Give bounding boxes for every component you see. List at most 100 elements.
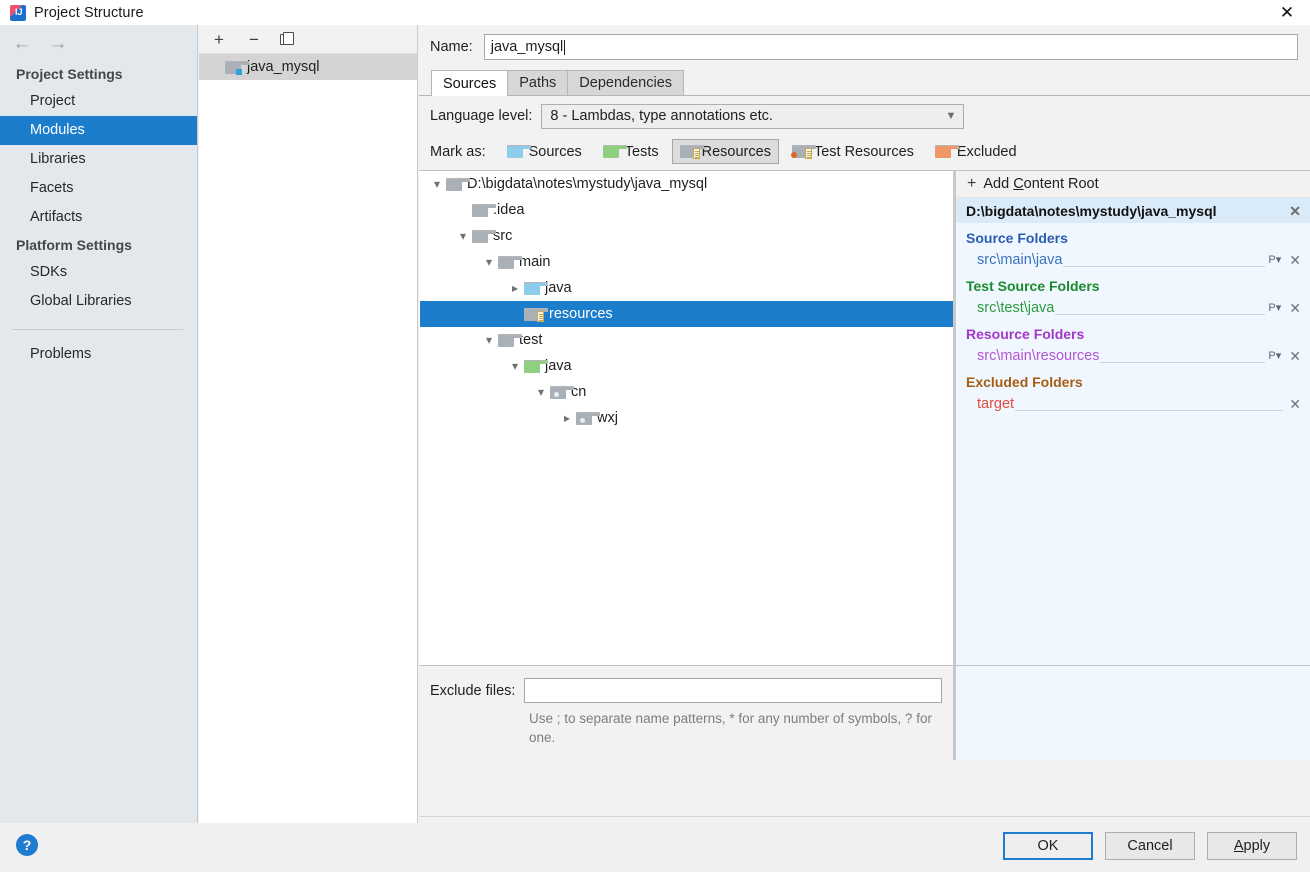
exclude-files-section: Exclude files: Use ; to separate name pa… (419, 665, 1310, 760)
tree-row-label: java (545, 280, 572, 296)
package-prefix-button[interactable]: P▾ (1268, 253, 1281, 266)
settings-sidebar: ← → Project Settings Project Modules Lib… (0, 25, 198, 823)
help-button[interactable]: ? (16, 834, 38, 856)
arrow-right-icon[interactable]: → (48, 34, 68, 53)
folder-sources-icon (524, 281, 548, 295)
category-excluded-folders: Excluded Folders target ✕ (956, 367, 1310, 415)
arrow-left-icon[interactable]: ← (12, 34, 32, 53)
sidebar-divider (12, 329, 183, 330)
folder-tests-icon (602, 145, 627, 158)
folder-gray-icon (472, 203, 496, 217)
dialog-body: ← → Project Settings Project Modules Lib… (0, 25, 1310, 872)
sidebar-item-global-libraries[interactable]: Global Libraries (0, 287, 197, 316)
content-root-path-row[interactable]: src\main\java P▾ ✕ (966, 248, 1301, 271)
content-root-path-row[interactable]: src\test\java P▾ ✕ (966, 296, 1301, 319)
mark-as-sources-button[interactable]: Sources (499, 139, 590, 164)
sources-tab-content: Language level: 8 - Lambdas, type annota… (419, 96, 1310, 167)
folder-package-icon (576, 411, 600, 425)
tab-dependencies[interactable]: Dependencies (567, 70, 685, 95)
tree-row[interactable]: ▾ java (420, 353, 953, 379)
module-folder-icon (225, 60, 249, 75)
tree-row[interactable]: ▸ wxj (420, 405, 953, 431)
close-icon[interactable]: ✕ (1289, 301, 1301, 315)
language-level-select[interactable]: 8 - Lambdas, type annotations etc. ▼ (541, 103, 965, 129)
close-icon[interactable]: ✕ (1289, 253, 1301, 267)
module-name-value: java_mysql (490, 39, 564, 55)
tree-row[interactable]: ▾ D:\bigdata\notes\mystudy\java_mysql (420, 171, 953, 197)
exclude-files-input[interactable] (524, 678, 943, 703)
package-prefix-button[interactable]: P▾ (1268, 301, 1281, 314)
chevron-right-icon[interactable]: ▸ (506, 281, 524, 295)
modules-toolbar: + − (199, 25, 417, 54)
category-test-source-folders: Test Source Folders src\test\java P▾ ✕ (956, 271, 1310, 319)
category-resource-folders: Resource Folders src\main\resources P▾ ✕ (956, 319, 1310, 367)
content-roots-panel-lower (956, 666, 1310, 760)
module-name-row: Name: java_mysql (419, 25, 1310, 69)
path-value: src\test\java (977, 299, 1055, 316)
content-root-path-row[interactable]: src\main\resources P▾ ✕ (966, 344, 1301, 367)
chevron-down-icon[interactable]: ▾ (480, 255, 498, 269)
sidebar-item-problems[interactable]: Problems (0, 340, 197, 369)
mark-as-excluded-button[interactable]: Excluded (927, 139, 1025, 164)
tree-row-selected[interactable]: resources (420, 301, 953, 327)
apply-button[interactable]: Apply (1207, 832, 1297, 860)
chevron-right-icon[interactable]: ▸ (558, 411, 576, 425)
tree-row-label: .idea (493, 202, 525, 218)
mark-as-test-resources-button[interactable]: Test Resources (784, 139, 922, 164)
sidebar-item-artifacts[interactable]: Artifacts (0, 203, 197, 232)
content-root-path-row[interactable]: target ✕ (966, 392, 1301, 415)
tree-row[interactable]: ▾ src (420, 223, 953, 249)
tree-row[interactable]: .idea (420, 197, 953, 223)
language-level-label: Language level: (430, 108, 533, 124)
content-root-tree[interactable]: ▾ D:\bigdata\notes\mystudy\java_mysql .i… (420, 171, 953, 666)
sidebar-item-project[interactable]: Project (0, 87, 197, 116)
package-prefix-button[interactable]: P▾ (1268, 349, 1281, 362)
content-root-path: D:\bigdata\notes\mystudy\java_mysql (966, 202, 1217, 219)
tree-row[interactable]: ▾ cn (420, 379, 953, 405)
mark-as-tests-label: Tests (624, 143, 659, 160)
sidebar-group-platform-settings: Platform Settings (16, 237, 132, 253)
path-value: target (977, 395, 1015, 412)
dialog-footer: ? OK Cancel Apply (0, 823, 1310, 872)
tree-row-label: resources (549, 306, 613, 322)
tree-row[interactable]: ▾ test (420, 327, 953, 353)
close-icon[interactable]: ✕ (1289, 204, 1301, 218)
close-icon[interactable]: ✕ (1264, 0, 1310, 25)
sidebar-item-sdks[interactable]: SDKs (0, 258, 197, 287)
chevron-down-icon[interactable]: ▾ (506, 359, 524, 373)
tree-row[interactable]: ▾ main (420, 249, 953, 275)
ok-button[interactable]: OK (1003, 832, 1093, 860)
sidebar-item-modules[interactable]: Modules (0, 116, 197, 145)
add-content-root-button[interactable]: + Add Content Root (956, 171, 1310, 198)
add-content-root-label: Add Content Root (983, 176, 1099, 192)
close-icon[interactable]: ✕ (1289, 397, 1301, 411)
chevron-down-icon[interactable]: ▾ (428, 177, 446, 191)
sidebar-item-libraries[interactable]: Libraries (0, 145, 197, 174)
module-name-input[interactable]: java_mysql (483, 34, 1298, 60)
path-underline (1055, 314, 1266, 315)
add-module-button[interactable]: + (210, 31, 228, 48)
cancel-button[interactable]: Cancel (1105, 832, 1195, 860)
sidebar-item-facets[interactable]: Facets (0, 174, 197, 203)
mark-as-sources-label: Sources (528, 143, 582, 160)
tab-sources[interactable]: Sources (431, 70, 509, 96)
chevron-down-icon[interactable]: ▾ (454, 229, 472, 243)
mark-as-resources-button[interactable]: Resources (671, 139, 779, 164)
tab-paths[interactable]: Paths (507, 70, 569, 95)
chevron-down-icon[interactable]: ▾ (480, 333, 498, 347)
close-icon[interactable]: ✕ (1289, 349, 1301, 363)
mark-as-tests-button[interactable]: Tests (595, 139, 667, 164)
exclude-files-hint: Use ; to separate name patterns, * for a… (529, 711, 932, 745)
exclude-files-label: Exclude files: (430, 682, 516, 699)
sidebar-nav: ← → (0, 25, 197, 61)
chevron-down-icon: ▼ (945, 110, 957, 122)
chevron-down-icon[interactable]: ▾ (532, 385, 550, 399)
tree-row-label: main (519, 254, 551, 270)
folder-gray-icon (498, 255, 522, 269)
module-editor-pane: Name: java_mysql Sources Paths Dependenc… (419, 25, 1310, 823)
module-list-item[interactable]: java_mysql (199, 54, 417, 80)
remove-module-button[interactable]: − (245, 31, 263, 48)
tree-row-label: D:\bigdata\notes\mystudy\java_mysql (467, 176, 708, 192)
copy-icon[interactable] (280, 31, 296, 47)
tree-row[interactable]: ▸ java (420, 275, 953, 301)
